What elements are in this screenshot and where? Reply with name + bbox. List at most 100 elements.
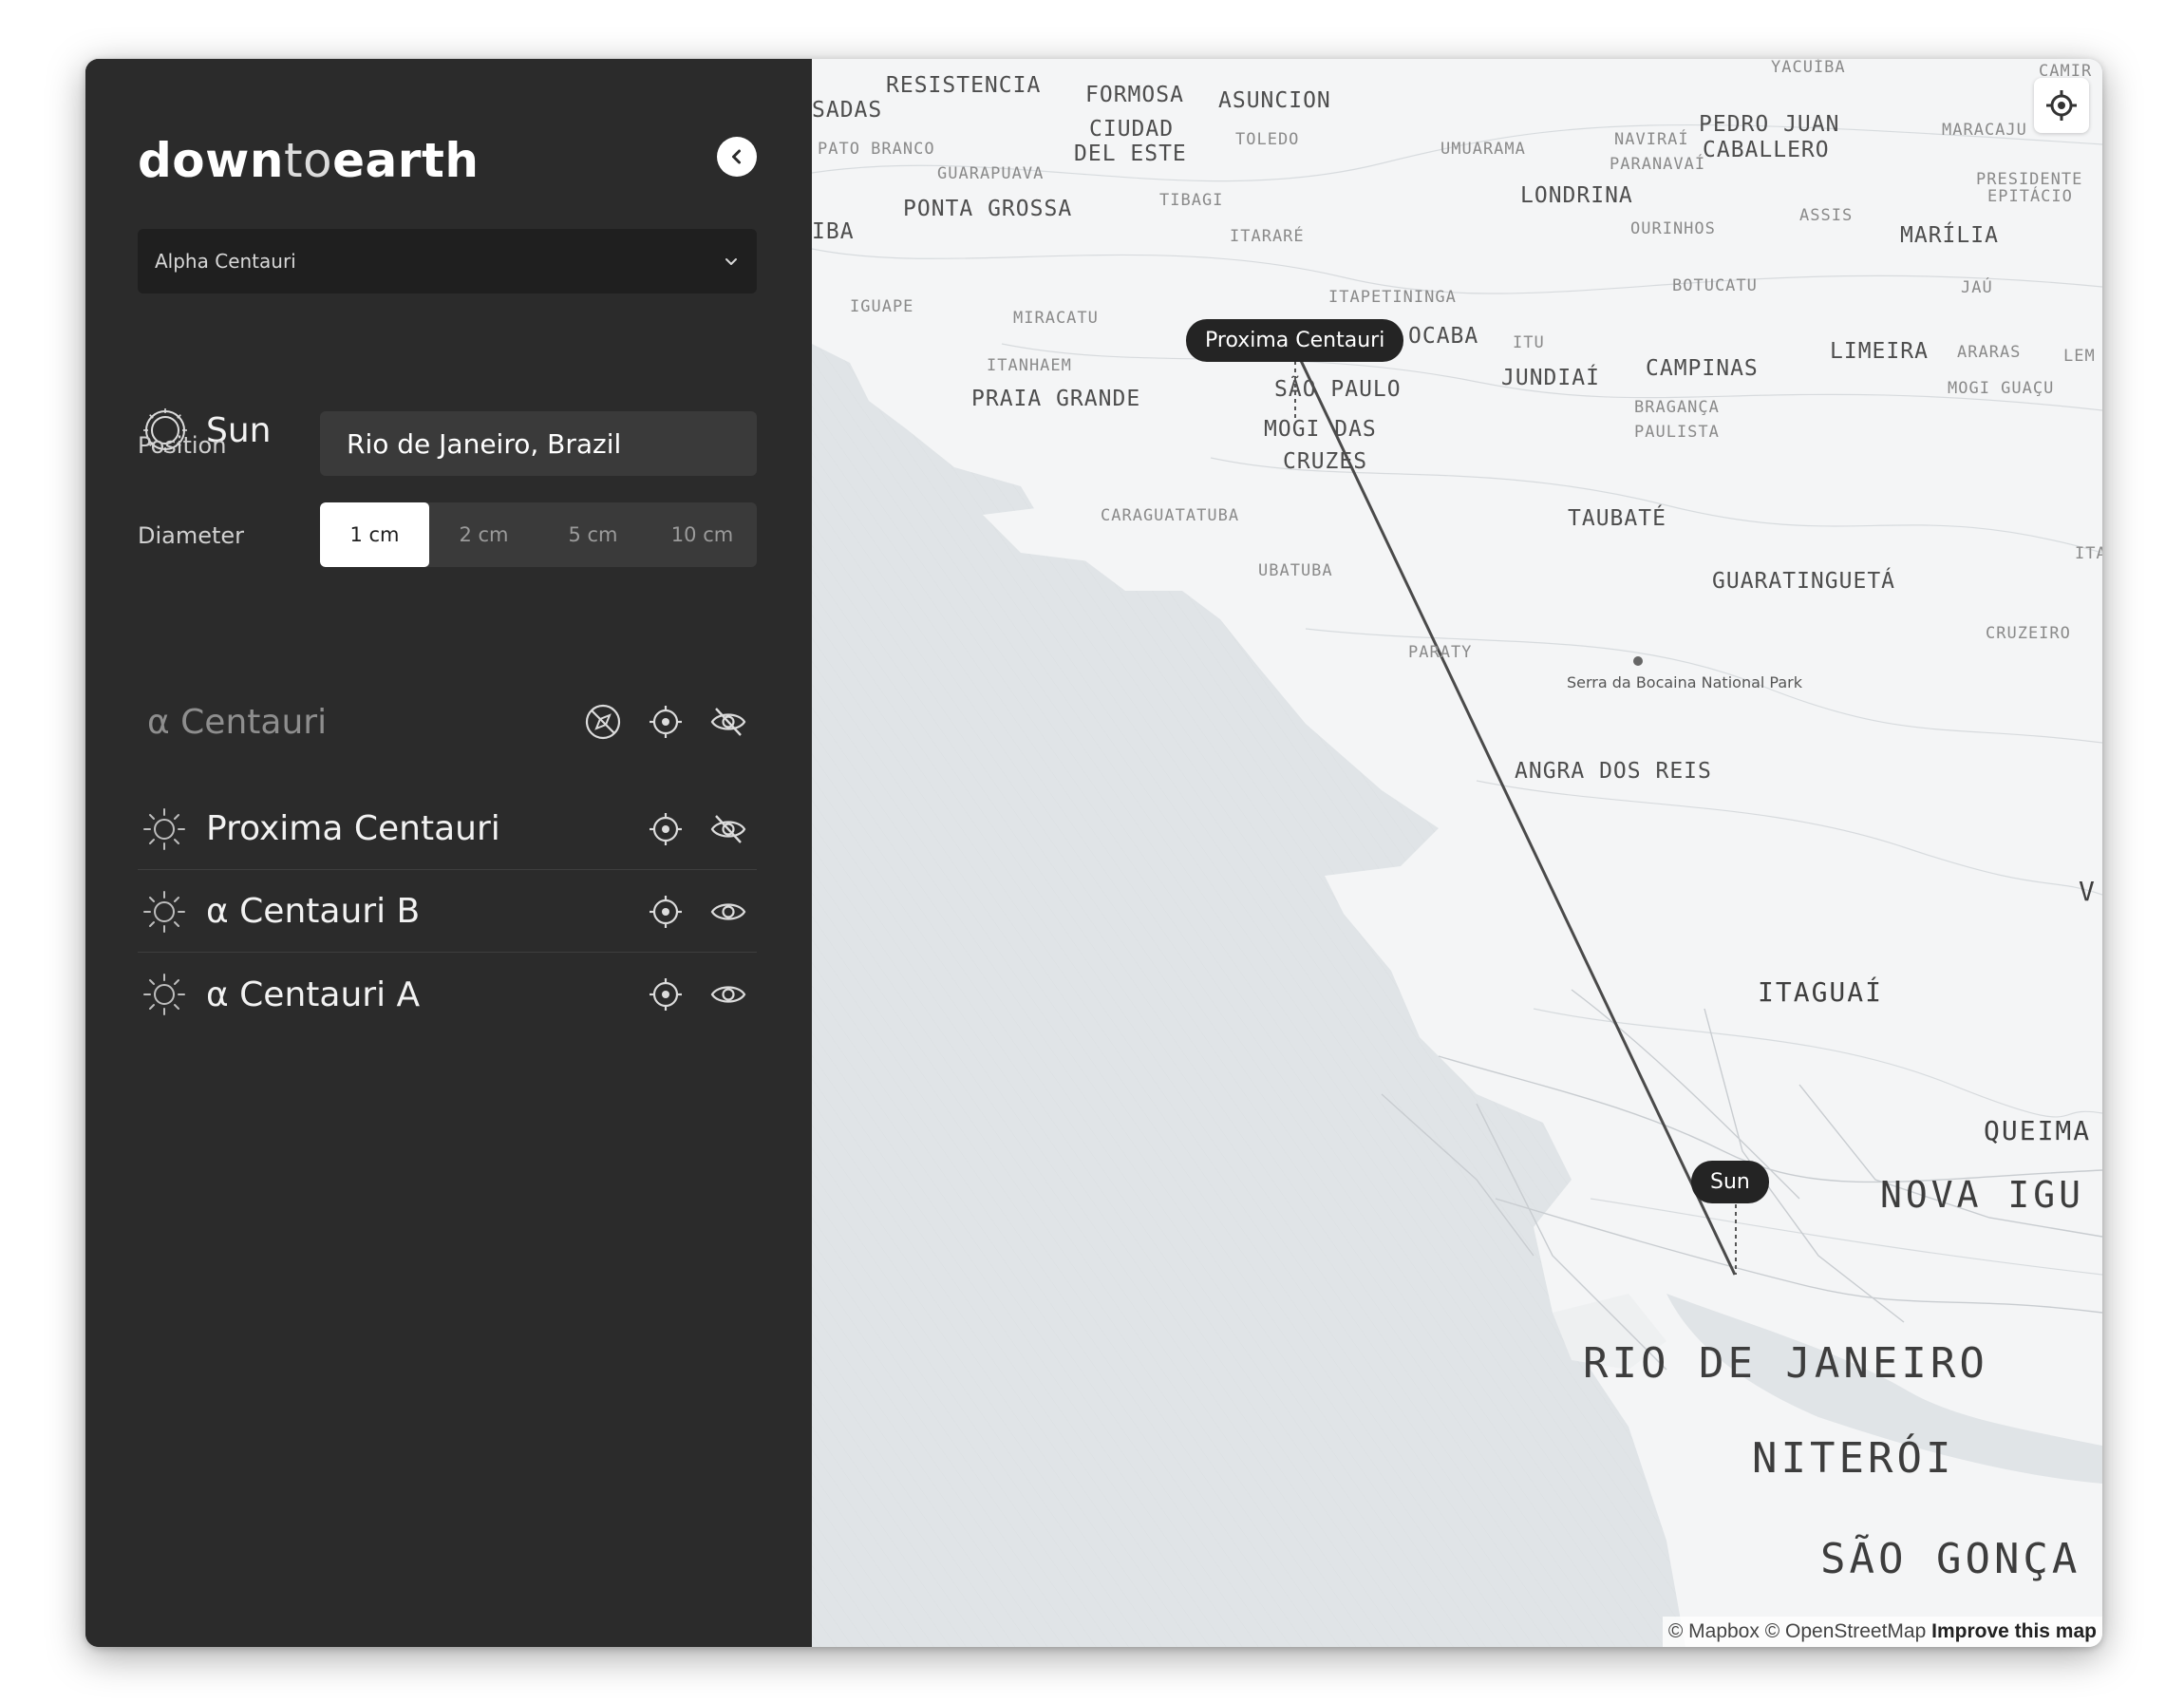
- position-input[interactable]: [320, 411, 757, 476]
- map-label: DEL ESTE: [1074, 142, 1187, 166]
- map-label: PRAIA GRANDE: [971, 387, 1141, 411]
- map-label: UMUARAMA: [1440, 140, 1526, 159]
- map-label: SADAS: [812, 98, 883, 123]
- star-icon: [138, 882, 197, 941]
- map-label: YACUÍBA: [1771, 59, 1846, 77]
- map-label: BOTUCATU: [1672, 276, 1758, 295]
- star-system-select[interactable]: Alpha Centauri: [138, 229, 757, 293]
- star-icon: [138, 800, 197, 859]
- app-logo: downtoearth: [138, 133, 480, 188]
- crosshair-icon: [650, 706, 682, 738]
- star-row-proxima: Proxima Centauri: [138, 788, 757, 870]
- map-label: MOGI DAS: [1264, 417, 1377, 442]
- collapse-sidebar-button[interactable]: [717, 137, 757, 177]
- map-label: PEDRO JUAN: [1699, 112, 1840, 137]
- alpha-b-visibility-toggle[interactable]: [707, 891, 749, 933]
- map-label: LONDRINA: [1520, 183, 1633, 208]
- proxima-visibility-toggle[interactable]: [707, 808, 749, 850]
- star-label: α Centauri A: [206, 974, 421, 1014]
- crosshair-icon: [650, 812, 682, 845]
- map-label: MARÍLIA: [1900, 223, 1999, 248]
- alpha-a-locate-button[interactable]: [645, 974, 687, 1015]
- map-label: EPITÁCIO: [1987, 187, 2073, 206]
- sun-marker[interactable]: Sun: [1691, 1161, 1769, 1203]
- map-label: ITARARÉ: [1230, 227, 1305, 246]
- map-label: ITAPETININGA: [1328, 288, 1457, 307]
- chevron-left-icon: [732, 149, 741, 164]
- map-label: PRESIDENTE: [1976, 170, 2083, 189]
- map-base-layer: [812, 59, 2102, 1647]
- map-label: JUNDIAÍ: [1501, 366, 1600, 390]
- map-label: SÃO PAULO: [1274, 377, 1402, 402]
- compass-icon: [585, 704, 621, 740]
- map-attribution: © Mapbox © OpenStreetMap Improve this ma…: [1662, 1617, 2102, 1647]
- map-label: PONTA GROSSA: [903, 197, 1073, 221]
- map-label: MIRACATU: [1013, 309, 1099, 328]
- system-compass-button[interactable]: [582, 701, 624, 743]
- map-label: ITAGUAÍ: [1758, 976, 1884, 1008]
- eye-off-icon: [710, 814, 746, 843]
- map-label: OCABA: [1408, 324, 1479, 349]
- map-label: OURINHOS: [1630, 219, 1716, 238]
- map-label: NOVA IGU: [1880, 1174, 2085, 1216]
- map-label: PATO BRANCO: [818, 140, 935, 159]
- chevron-down-icon: [725, 258, 737, 265]
- location-target-icon: [2046, 90, 2077, 121]
- map-label: FORMOSA: [1085, 83, 1184, 107]
- diameter-option-1cm[interactable]: 1 cm: [320, 502, 429, 567]
- alpha-a-visibility-toggle[interactable]: [707, 974, 749, 1015]
- map-label: CRUZES: [1283, 449, 1368, 474]
- map-label: ARARAS: [1957, 343, 2022, 362]
- eye-off-icon: [710, 708, 746, 736]
- map-label: CAMPINAS: [1646, 356, 1759, 381]
- system-locate-button[interactable]: [645, 701, 687, 743]
- map-label: PAULISTA: [1634, 423, 1720, 442]
- alpha-b-locate-button[interactable]: [645, 891, 687, 933]
- map-label: ASSIS: [1799, 206, 1854, 225]
- eye-icon: [710, 902, 746, 920]
- diameter-option-2cm[interactable]: 2 cm: [429, 502, 538, 567]
- star-row-alpha-a: α Centauri A: [138, 954, 757, 1035]
- map-label: UBATUBA: [1258, 561, 1333, 580]
- diameter-label: Diameter: [138, 522, 245, 549]
- map-label: JAÚ: [1961, 278, 1993, 297]
- map-label: QUEIMA: [1984, 1115, 2092, 1146]
- map-label: GUARATINGUETÁ: [1712, 569, 1896, 594]
- attribution-text: © Mapbox © OpenStreetMap: [1667, 1620, 1927, 1642]
- map-label: CRUZEIRO: [1986, 624, 2071, 643]
- map-label: V: [2079, 876, 2097, 907]
- map-label: ITA: [2075, 544, 2102, 563]
- star-label: Proxima Centauri: [206, 809, 500, 848]
- system-row: α Centauri: [138, 681, 757, 763]
- map-label: TOLEDO: [1235, 130, 1300, 149]
- map-label: IGUAPE: [850, 297, 914, 316]
- diameter-option-5cm[interactable]: 5 cm: [538, 502, 648, 567]
- map-label: PARANAVAÍ: [1610, 155, 1706, 174]
- proxima-locate-button[interactable]: [645, 808, 687, 850]
- geolocate-button[interactable]: [2034, 78, 2089, 133]
- proxima-centauri-marker[interactable]: Proxima Centauri: [1186, 319, 1404, 362]
- improve-map-link[interactable]: Improve this map: [1931, 1620, 2097, 1642]
- map-label: GUARAPUAVA: [937, 164, 1045, 183]
- map-label: CABALLERO: [1703, 138, 1830, 162]
- star-system-select-value: Alpha Centauri: [155, 250, 296, 273]
- map-view[interactable]: RESISTENCIA SADAS FORMOSA ASUNCION YACUÍ…: [812, 59, 2102, 1647]
- map-label: RIO DE JANEIRO: [1583, 1339, 1988, 1388]
- map-label-park: Serra da Bocaina National Park: [1567, 673, 1802, 691]
- diameter-option-10cm[interactable]: 10 cm: [648, 502, 757, 567]
- map-label: MARACAJU: [1942, 121, 2027, 140]
- diameter-segmented-control: 1 cm 2 cm 5 cm 10 cm: [320, 502, 757, 567]
- star-icon: [138, 965, 197, 1024]
- map-label: CARAGUATATUBA: [1101, 506, 1240, 525]
- map-label: CIUDAD: [1089, 117, 1175, 142]
- app-window: downtoearth Alpha Centauri Sun Position …: [85, 59, 2102, 1647]
- position-label: Position: [138, 432, 227, 459]
- star-label: α Centauri B: [206, 892, 421, 931]
- map-label: TIBAGI: [1159, 191, 1224, 210]
- eye-icon: [710, 986, 746, 1003]
- map-label: TAUBATÉ: [1568, 506, 1666, 531]
- crosshair-icon: [650, 895, 682, 928]
- map-label: PARATY: [1408, 643, 1473, 662]
- system-label: α Centauri: [147, 702, 328, 742]
- system-visibility-toggle[interactable]: [707, 701, 749, 743]
